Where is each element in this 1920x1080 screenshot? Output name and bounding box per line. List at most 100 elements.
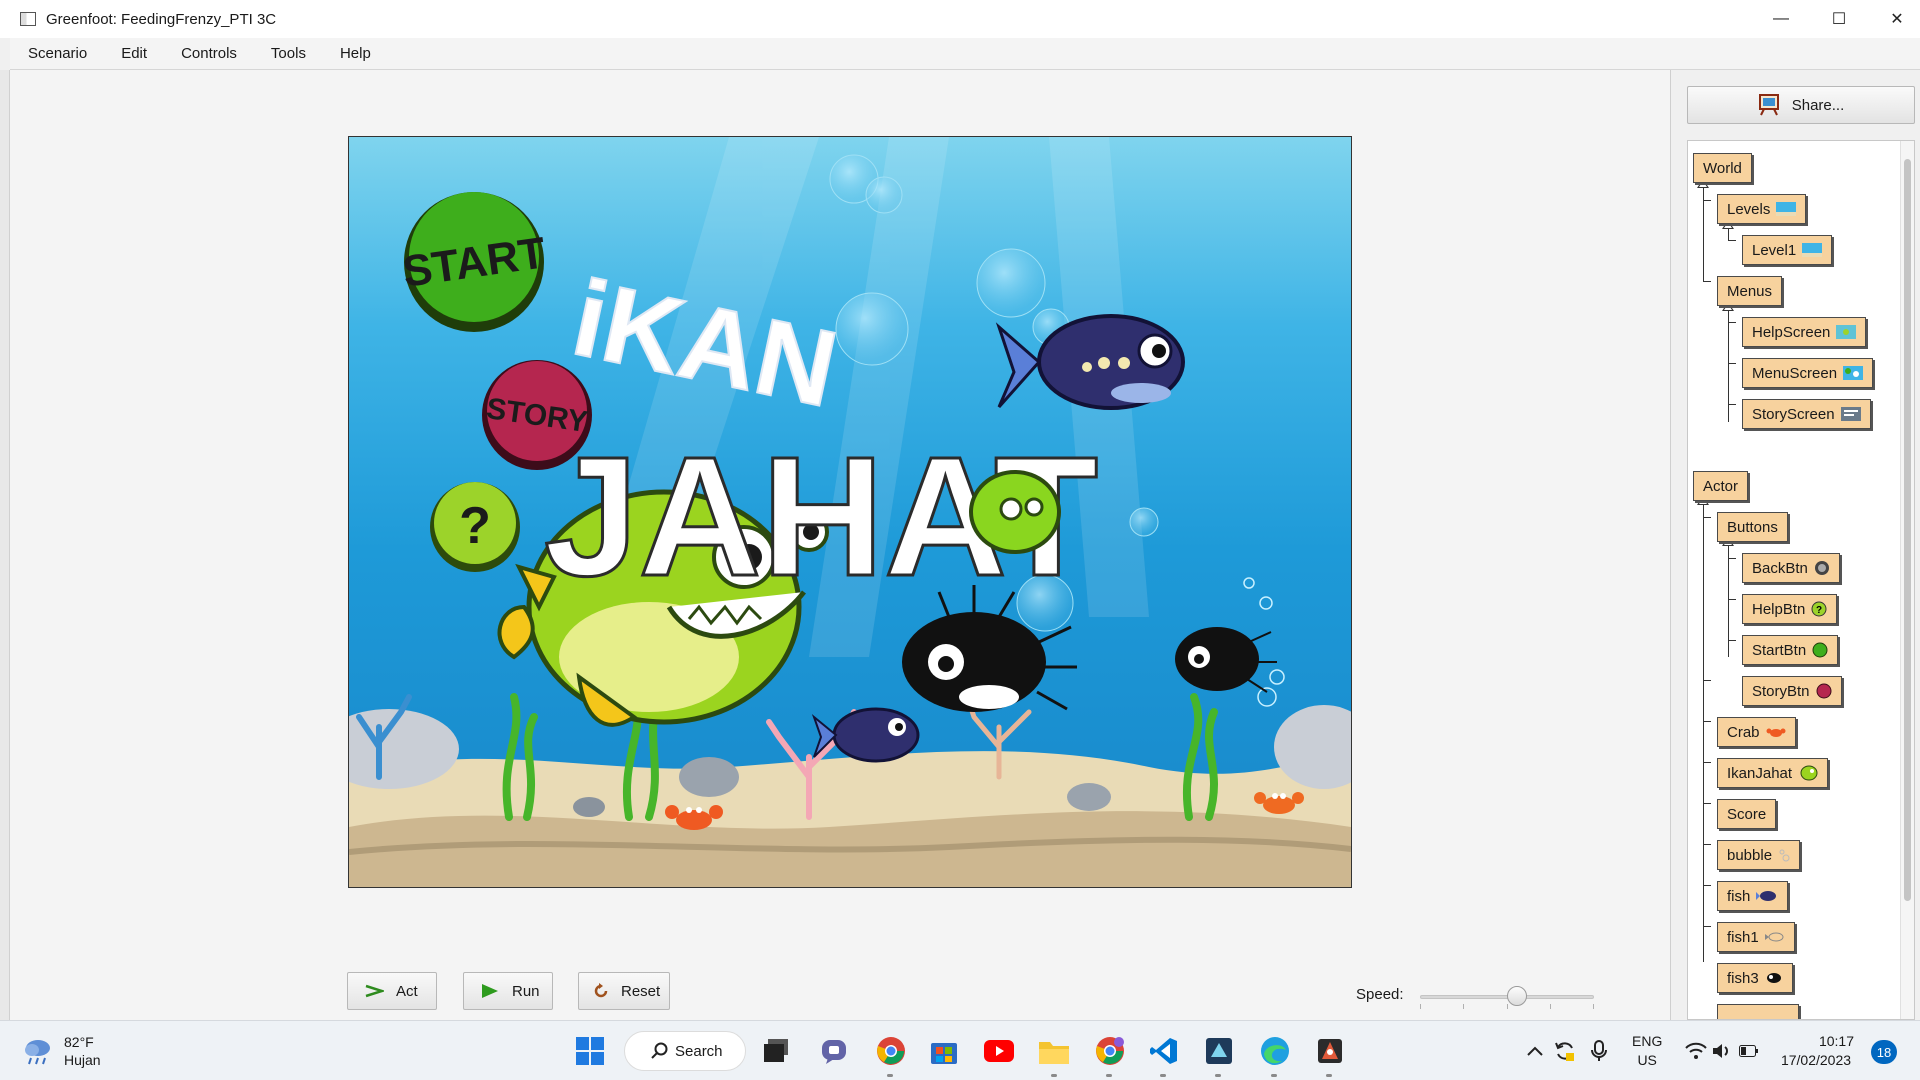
taskbar: 82°F Hujan Search ENG US 10:17 17/02/202… — [0, 1020, 1920, 1080]
volume-icon[interactable] — [1709, 1035, 1735, 1067]
class-fish3[interactable]: fish3 — [1717, 963, 1793, 993]
slider-tick — [1420, 1004, 1421, 1009]
navy-fish — [995, 314, 1185, 410]
weather-widget[interactable]: 82°F Hujan — [22, 1033, 101, 1069]
clock[interactable]: 10:17 17/02/2023 — [1770, 1032, 1862, 1070]
rain-cloud-icon — [25, 1040, 50, 1065]
startbtn-thumbnail-icon — [1812, 642, 1828, 658]
notification-badge[interactable]: 18 — [1871, 1040, 1897, 1064]
class-world[interactable]: World — [1693, 153, 1752, 183]
greenfoot-taskbar-icon[interactable] — [1203, 1035, 1235, 1067]
chrome-icon[interactable] — [875, 1035, 907, 1067]
class-level1[interactable]: Level1 — [1742, 235, 1833, 265]
wifi-icon[interactable] — [1683, 1035, 1709, 1067]
class-diagram: World Levels Level1 Menus HelpScreen Men… — [1687, 140, 1915, 1020]
reset-icon — [593, 983, 609, 999]
world-canvas[interactable]: iKAN JAHAT START STORY ? — [348, 136, 1352, 888]
language-indicator[interactable]: ENG US — [1632, 1032, 1662, 1070]
class-partial[interactable] — [1717, 1004, 1799, 1019]
storyscreen-thumbnail-icon — [1840, 407, 1861, 421]
minimize-button[interactable]: — — [1752, 0, 1810, 38]
speed-label: Speed: — [1356, 986, 1404, 1003]
class-backbtn[interactable]: BackBtn — [1742, 553, 1840, 583]
microphone-icon[interactable] — [1584, 1035, 1614, 1067]
act-button[interactable]: Act — [347, 972, 437, 1010]
class-actor[interactable]: Actor — [1693, 471, 1749, 501]
menu-scenario[interactable]: Scenario — [10, 45, 104, 62]
left-edge-panel — [0, 70, 10, 1020]
crab-thumbnail-icon — [1766, 728, 1786, 737]
act-arrow-icon — [364, 984, 384, 998]
slider-tick — [1463, 1004, 1464, 1009]
windows-start-icon[interactable] — [574, 1035, 606, 1067]
menu-controls[interactable]: Controls — [164, 45, 254, 62]
class-helpbtn[interactable]: HelpBtn ? — [1742, 594, 1838, 624]
taskbar-search[interactable]: Search — [624, 1031, 746, 1071]
search-label: Search — [675, 1042, 723, 1060]
share-button[interactable]: Share... — [1687, 86, 1915, 124]
youtube-icon[interactable] — [983, 1035, 1015, 1067]
class-helpscreen[interactable]: HelpScreen — [1742, 317, 1867, 347]
slider-tick — [1550, 1004, 1551, 1009]
act-button-label: Act — [396, 982, 418, 1000]
file-explorer-icon[interactable] — [1038, 1035, 1070, 1067]
title-ikan: iKAN — [563, 256, 846, 429]
class-panel: Share... World Levels Level1 Menus HelpS… — [1670, 70, 1920, 1020]
close-button[interactable]: ✕ — [1868, 0, 1920, 38]
start-button[interactable]: START — [400, 192, 549, 332]
class-levels[interactable]: Levels — [1717, 194, 1807, 224]
class-crab[interactable]: Crab — [1717, 717, 1796, 747]
class-menuscreen[interactable]: MenuScreen — [1742, 358, 1874, 388]
reset-button[interactable]: Reset — [578, 972, 670, 1010]
clock-time: 10:17 — [1818, 1033, 1854, 1049]
title-bar: Greenfoot: FeedingFrenzy_PTI 3C — ☐ ✕ — [0, 0, 1920, 38]
task-view-icon[interactable] — [761, 1035, 793, 1067]
class-score[interactable]: Score — [1717, 799, 1777, 829]
slider-tick — [1507, 1004, 1508, 1009]
menu-help[interactable]: Help — [323, 45, 388, 62]
class-buttons[interactable]: Buttons — [1717, 512, 1788, 542]
microsoft-store-icon[interactable] — [928, 1035, 960, 1067]
level1-thumbnail-icon — [1802, 243, 1823, 257]
class-bubble[interactable]: bubble — [1717, 840, 1801, 870]
fish-thumbnail-icon — [1756, 891, 1777, 901]
class-storyscreen[interactable]: StoryScreen — [1742, 399, 1871, 429]
chevron-up-icon[interactable] — [1520, 1035, 1550, 1067]
teams-chat-icon[interactable] — [818, 1035, 850, 1067]
maximize-button[interactable]: ☐ — [1810, 0, 1868, 38]
java-app-icon[interactable] — [1314, 1035, 1346, 1067]
class-fish[interactable]: fish — [1717, 881, 1789, 911]
class-startbtn[interactable]: StartBtn — [1742, 635, 1839, 665]
chrome-profile-icon[interactable] — [1094, 1035, 1126, 1067]
run-button[interactable]: Run — [463, 972, 553, 1010]
world-scene: iKAN JAHAT START STORY ? — [349, 137, 1351, 887]
menu-tools[interactable]: Tools — [254, 45, 323, 62]
speed-slider-thumb[interactable] — [1507, 986, 1527, 1006]
class-ikanjahat[interactable]: IkanJahat — [1717, 758, 1829, 788]
helpscreen-thumbnail-icon — [1836, 325, 1857, 339]
sync-icon[interactable] — [1550, 1035, 1580, 1067]
share-icon — [1758, 94, 1779, 116]
bubble — [976, 248, 1046, 318]
rock — [573, 797, 605, 817]
class-menus[interactable]: Menus — [1717, 276, 1783, 306]
rock — [1067, 783, 1111, 811]
bubble — [1243, 577, 1255, 589]
black-spiky-fish-small — [1175, 627, 1277, 693]
story-button[interactable]: STORY — [482, 360, 592, 470]
share-button-label: Share... — [1791, 96, 1845, 114]
help-button[interactable]: ? — [430, 482, 520, 572]
class-fish1[interactable]: fish1 — [1717, 922, 1795, 952]
run-play-icon — [480, 983, 500, 999]
small-navy-fish — [811, 707, 920, 763]
class-storybtn[interactable]: StoryBtn — [1742, 676, 1842, 706]
levels-thumbnail-icon — [1776, 202, 1797, 216]
vscode-icon[interactable] — [1148, 1035, 1180, 1067]
class-panel-scrollbar[interactable] — [1900, 141, 1914, 1019]
fish3-thumbnail-icon — [1766, 973, 1781, 983]
edge-icon[interactable] — [1259, 1035, 1291, 1067]
scrollbar-thumb[interactable] — [1904, 159, 1911, 901]
menu-edit[interactable]: Edit — [104, 45, 164, 62]
weather-description: Hujan — [64, 1052, 101, 1068]
battery-icon[interactable] — [1736, 1035, 1762, 1067]
